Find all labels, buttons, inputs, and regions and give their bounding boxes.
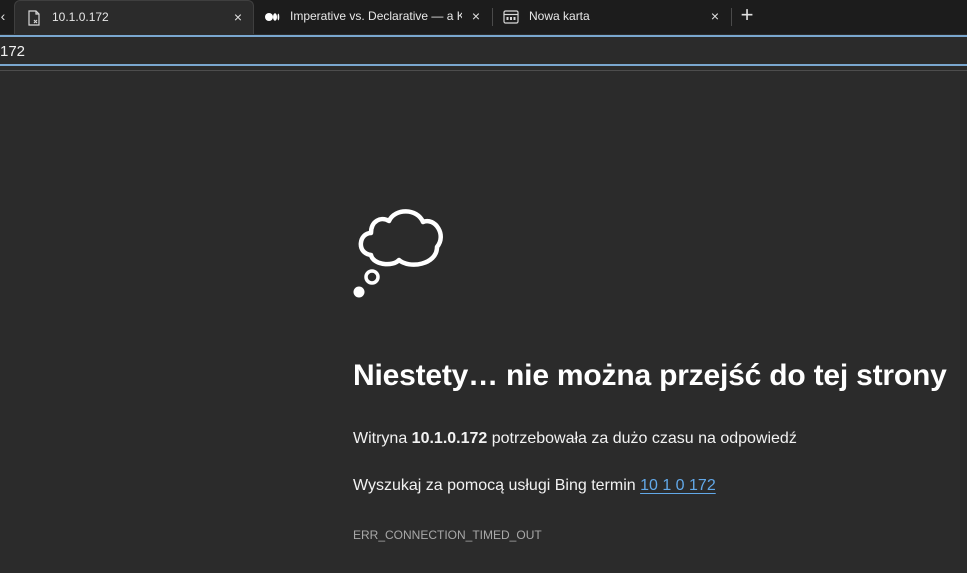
page-error-icon	[28, 10, 40, 26]
address-bar[interactable]: 172	[0, 35, 967, 66]
error-code: ERR_CONNECTION_TIMED_OUT	[353, 528, 542, 542]
tab-title: Imperative vs. Declarative — a K	[290, 9, 462, 23]
tab-imperative-vs-declarative[interactable]: Imperative vs. Declarative — a K ×	[254, 0, 492, 34]
new-tab-page-icon	[503, 10, 519, 24]
tab-title: 10.1.0.172	[52, 10, 109, 24]
bing-search-suggestion: Wyszukaj za pomocą usługi Bing termin 10…	[353, 477, 716, 495]
tab-close-button[interactable]: ×	[230, 9, 246, 25]
tab-separator	[731, 8, 732, 26]
thought-cloud-icon	[353, 209, 443, 298]
tab-title: Nowa karta	[529, 9, 590, 23]
address-bar-text[interactable]: 172	[0, 43, 25, 60]
tab-scroll-left-button[interactable]: ‹	[0, 8, 11, 24]
tab-close-button[interactable]: ×	[707, 8, 723, 24]
bing-search-link[interactable]: 10 1 0 172	[640, 477, 716, 494]
tab-nowa-karta[interactable]: Nowa karta ×	[493, 0, 731, 34]
error-description: Witryna 10.1.0.172 potrzebowała za dużo …	[353, 430, 797, 448]
new-tab-button[interactable]: +	[735, 4, 759, 26]
error-page: Niestety… nie można przejść do tej stron…	[0, 71, 967, 573]
tab-strip: ‹ 10.1.0.172 × Imperative vs. Declarativ…	[0, 0, 967, 34]
error-host: 10.1.0.172	[411, 430, 488, 447]
error-description-suffix: potrzebowała za dużo czasu na odpowiedź	[487, 430, 797, 447]
medium-icon	[265, 13, 280, 21]
toolbar: 172	[0, 34, 967, 71]
tab-10-1-0-172[interactable]: 10.1.0.172 ×	[14, 0, 254, 34]
error-description-prefix: Witryna	[353, 430, 412, 447]
bing-search-prefix: Wyszukaj za pomocą usługi Bing termin	[353, 477, 641, 494]
tab-close-button[interactable]: ×	[468, 8, 484, 24]
error-heading: Niestety… nie można przejść do tej stron…	[353, 359, 947, 392]
